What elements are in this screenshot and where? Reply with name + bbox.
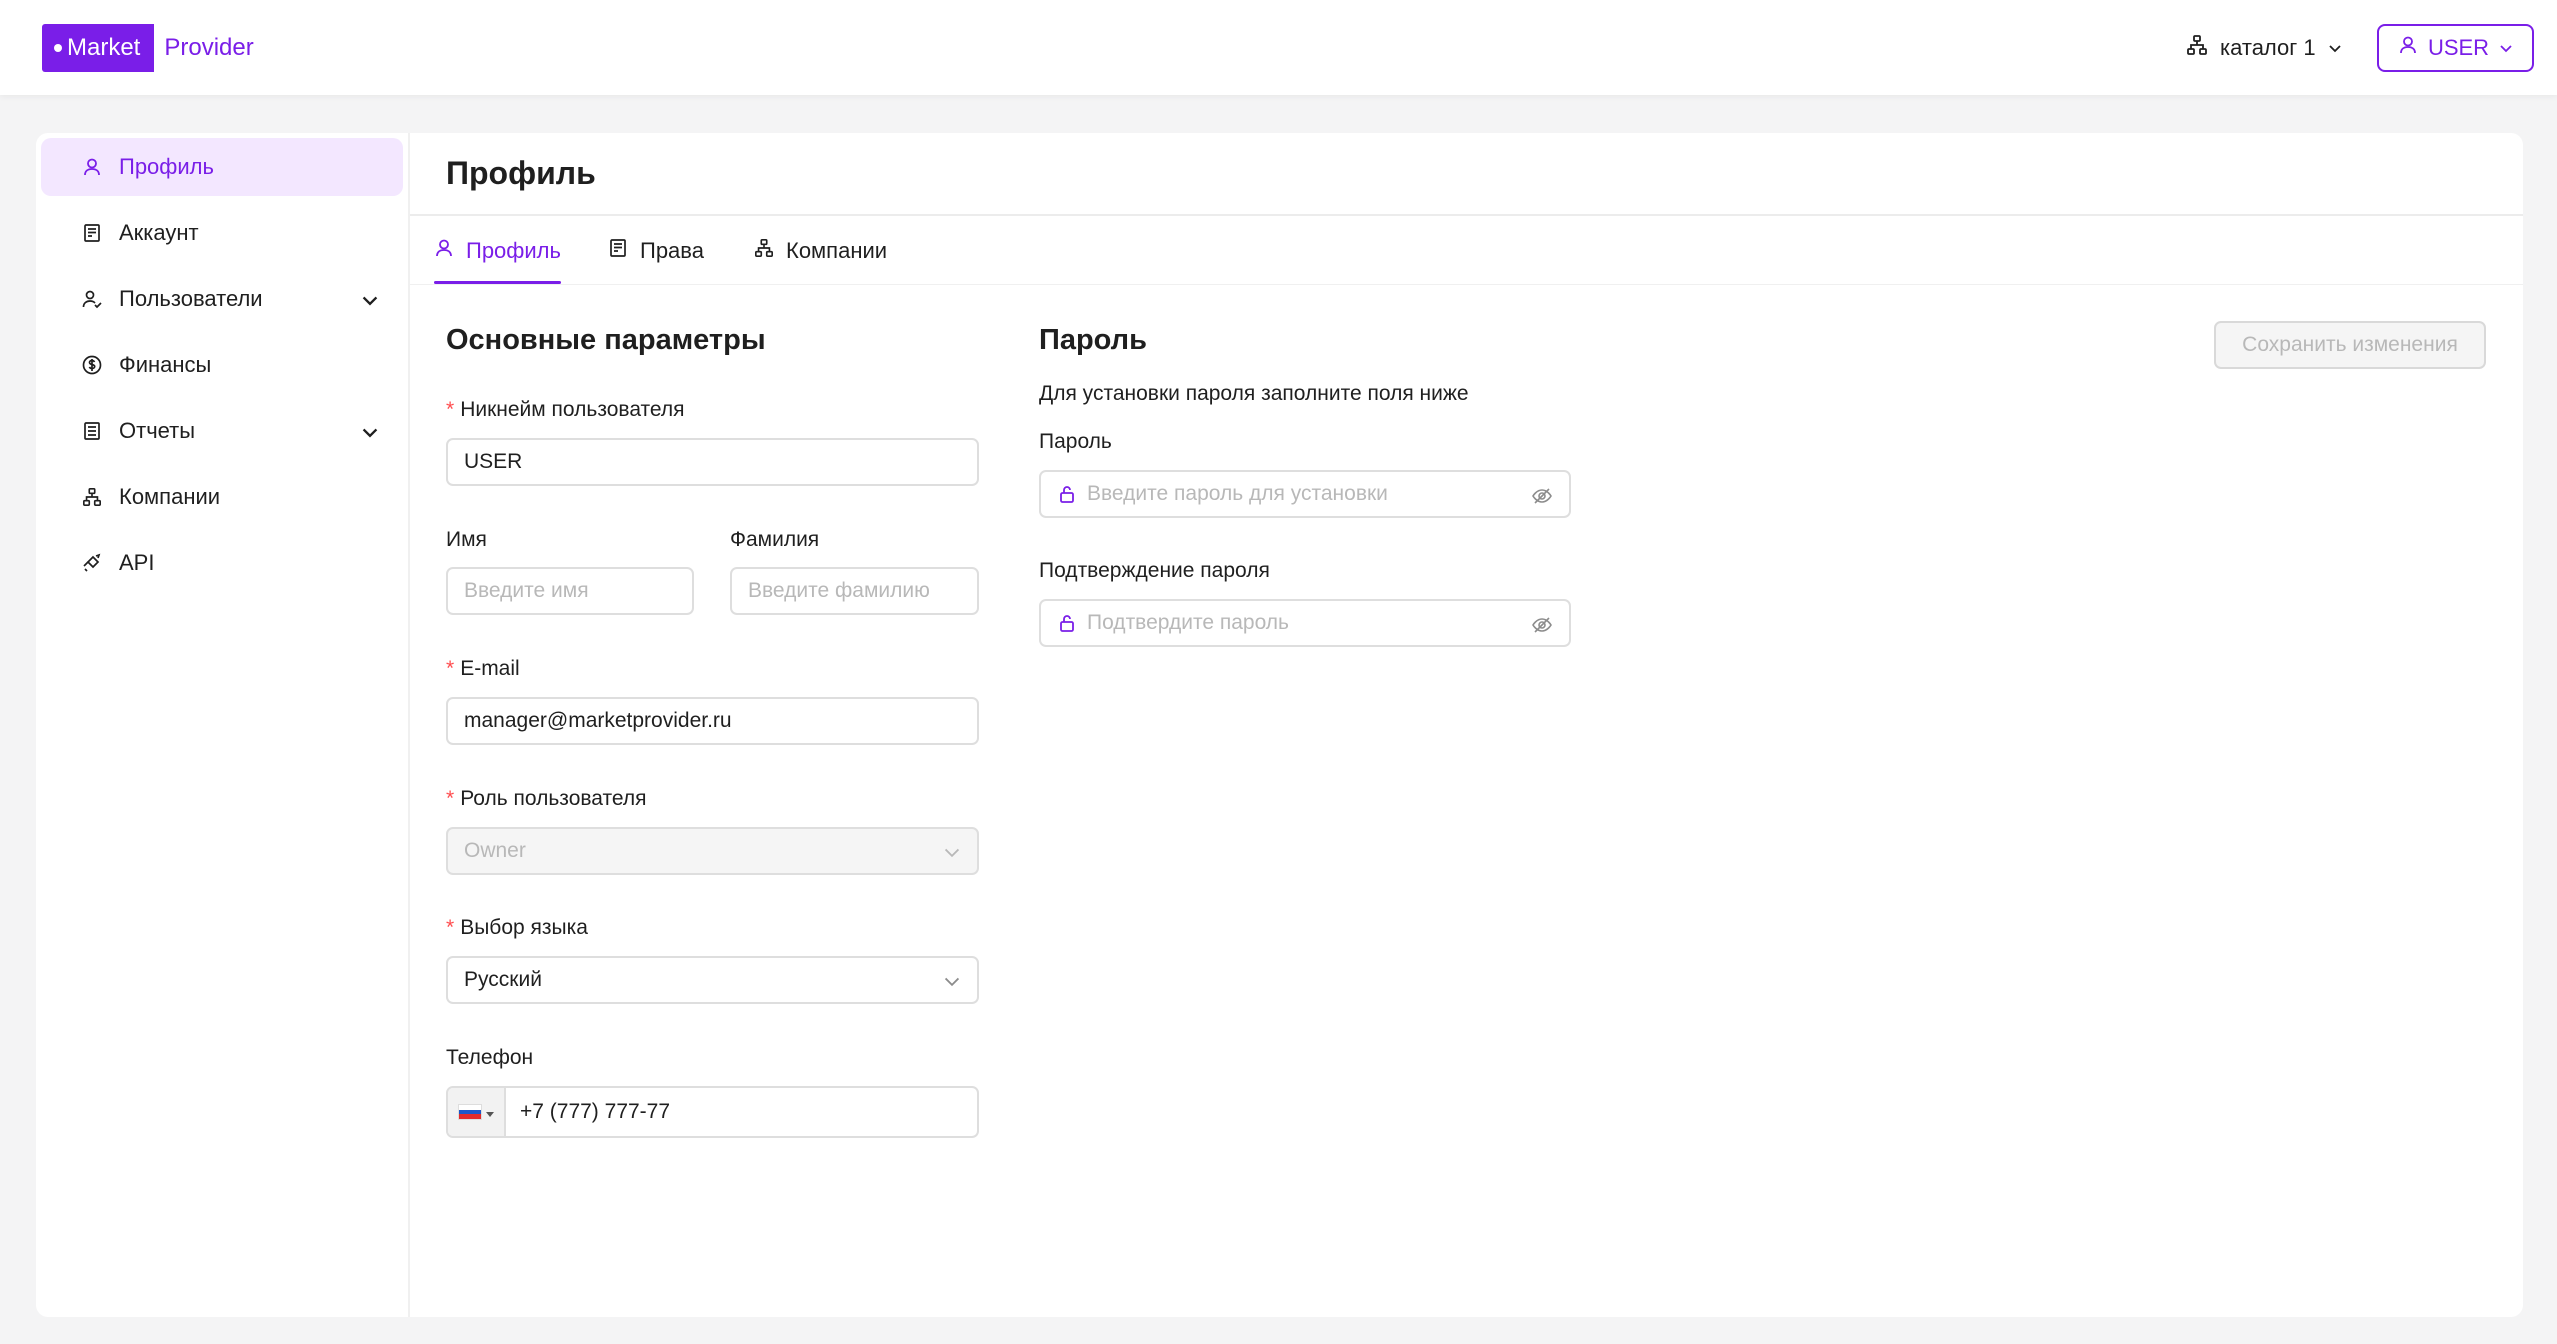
role-select: Owner — [446, 827, 979, 875]
sidebar-item-label: Профиль — [119, 154, 214, 179]
role-label: * Роль пользователя — [446, 787, 647, 810]
basic-section-title: Основные параметры — [446, 324, 766, 356]
user-label: USER — [2427, 35, 2490, 60]
required-mark: * — [446, 916, 455, 939]
country-flag-selector[interactable] — [448, 1088, 506, 1136]
sidebar-item-profile[interactable]: Профиль — [41, 138, 403, 196]
tab-profile[interactable]: Профиль — [434, 218, 561, 284]
tab-label: Права — [640, 238, 704, 263]
receipt-icon — [81, 222, 103, 244]
email-value: manager@marketprovider.ru — [464, 709, 732, 732]
phone-label: Телефон — [446, 1046, 534, 1069]
user-icon — [434, 238, 454, 264]
first-name-placeholder: Введите имя — [464, 579, 589, 602]
password-hint: Для установки пароля заполните поля ниже — [1039, 382, 1469, 405]
first-name-label: Имя — [446, 528, 487, 551]
russia-flag-icon — [458, 1104, 482, 1120]
sidebar-item-label: Отчеты — [119, 418, 196, 443]
tabs-divider — [410, 284, 2523, 285]
confirm-password-input[interactable]: Подтвердите пароль — [1039, 599, 1571, 647]
hierarchy-icon — [81, 486, 103, 508]
password-input[interactable]: Введите пароль для установки — [1039, 470, 1571, 518]
top-header: Market Provider каталог 1 USER — [0, 0, 2557, 95]
logo-left-text: Market — [67, 34, 141, 61]
eye-off-icon[interactable] — [1531, 614, 1553, 636]
phone-input[interactable]: +7 (777) 777-77 — [446, 1086, 979, 1138]
sidebar-item-api[interactable]: API — [41, 534, 403, 592]
chevron-down-icon — [943, 843, 961, 867]
report-icon — [81, 420, 103, 442]
sidebar-item-label: Аккаунт — [119, 220, 199, 245]
tab-label: Компании — [786, 238, 888, 263]
eye-off-icon[interactable] — [1531, 485, 1553, 507]
lock-icon — [1057, 613, 1077, 633]
chevron-down-icon[interactable] — [361, 421, 379, 447]
caret-down-icon — [486, 1100, 494, 1124]
chevron-down-icon — [2328, 35, 2342, 61]
password-placeholder: Введите пароль для установки — [1087, 482, 1388, 505]
tab-label: Профиль — [466, 238, 561, 263]
last-name-placeholder: Введите фамилию — [748, 579, 930, 602]
sidebar-item-label: Финансы — [119, 352, 212, 377]
catalog-selector[interactable]: каталог 1 — [2186, 30, 2342, 66]
required-mark: * — [446, 398, 455, 421]
nickname-label: * Никнейм пользователя — [446, 398, 685, 421]
hierarchy-icon — [2186, 34, 2208, 62]
user-icon — [2398, 35, 2418, 61]
api-icon — [81, 552, 103, 574]
language-label: * Выбор языка — [446, 916, 588, 939]
password-section-title: Пароль — [1039, 324, 1147, 356]
sidebar: Профиль Аккаунт Пользователи Финансы Отч… — [36, 133, 408, 1317]
chevron-down-icon[interactable] — [361, 289, 379, 315]
last-name-input[interactable]: Введите фамилию — [730, 567, 979, 615]
confirm-password-placeholder: Подтвердите пароль — [1087, 611, 1290, 634]
password-label: Пароль — [1039, 430, 1112, 453]
nickname-value: USER — [464, 450, 523, 473]
first-name-input[interactable]: Введите имя — [446, 567, 694, 615]
chevron-down-icon — [2499, 35, 2513, 61]
dollar-icon — [81, 354, 103, 376]
tab-companies[interactable]: Компании — [754, 218, 887, 284]
confirm-password-label: Подтверждение пароля — [1039, 559, 1270, 582]
page-title: Профиль — [446, 155, 596, 191]
email-input[interactable]: manager@marketprovider.ru — [446, 697, 979, 745]
sidebar-item-account[interactable]: Аккаунт — [41, 204, 403, 262]
sidebar-item-reports[interactable]: Отчеты — [41, 402, 403, 460]
user-menu-button[interactable]: USER — [2377, 24, 2534, 72]
sidebar-item-users[interactable]: Пользователи — [41, 270, 403, 328]
hierarchy-icon — [754, 238, 774, 264]
tab-rights[interactable]: Права — [608, 218, 704, 284]
sidebar-item-label: Компании — [119, 484, 221, 509]
role-value: Owner — [464, 839, 526, 862]
nickname-input[interactable]: USER — [446, 438, 979, 486]
required-mark: * — [446, 657, 455, 680]
required-mark: * — [446, 787, 455, 810]
logo-dot-icon — [54, 44, 62, 52]
users-icon — [81, 288, 103, 310]
phone-value: +7 (777) 777-77 — [520, 1100, 671, 1123]
last-name-label: Фамилия — [730, 528, 820, 551]
sidebar-item-label: API — [119, 550, 155, 575]
catalog-label: каталог 1 — [2220, 35, 2316, 60]
logo-right-text: Provider — [164, 34, 254, 61]
title-divider — [410, 214, 2523, 216]
sidebar-item-finance[interactable]: Финансы — [41, 336, 403, 394]
receipt-icon — [608, 238, 628, 264]
email-label: * E-mail — [446, 657, 520, 680]
logo[interactable]: Market Provider — [42, 24, 254, 72]
chevron-down-icon — [943, 972, 961, 996]
save-changes-button[interactable]: Сохранить изменения — [2214, 321, 2486, 369]
user-icon — [81, 156, 103, 178]
logo-badge: Market — [42, 24, 155, 72]
sidebar-item-label: Пользователи — [119, 286, 263, 311]
sidebar-item-companies[interactable]: Компании — [41, 468, 403, 526]
language-select[interactable]: Русский — [446, 956, 979, 1004]
language-value: Русский — [464, 968, 542, 991]
lock-icon — [1057, 484, 1077, 504]
